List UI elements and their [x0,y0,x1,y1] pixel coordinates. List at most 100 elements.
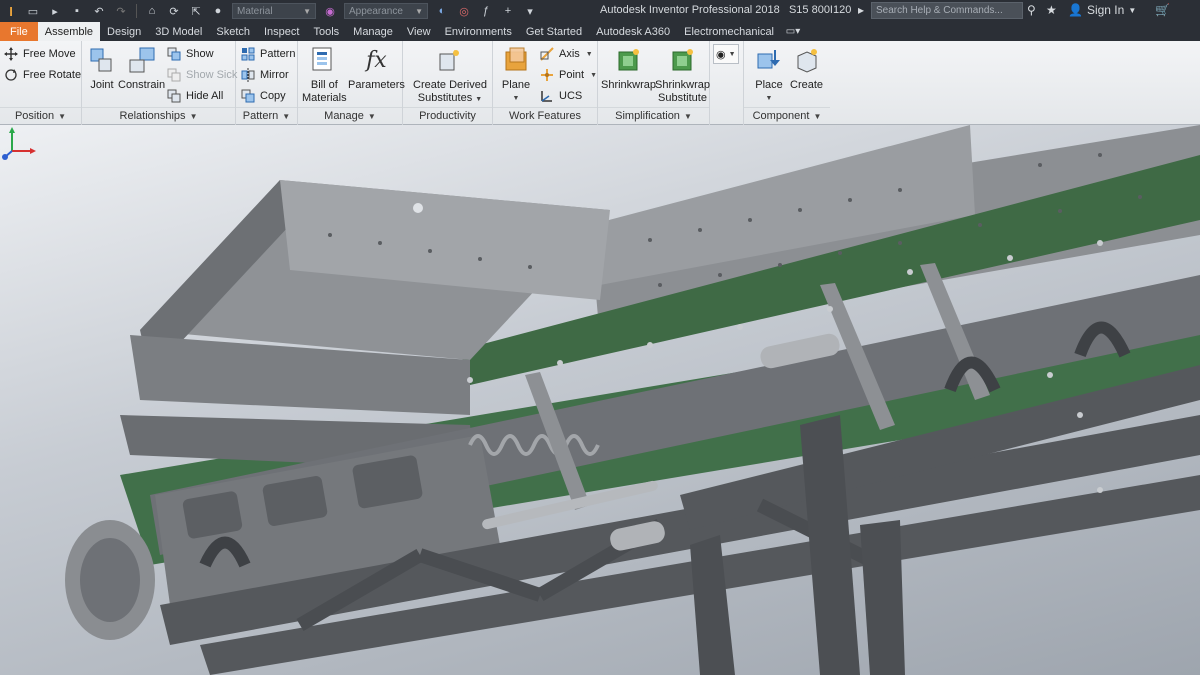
tab-electromechanical[interactable]: Electromechanical [677,22,781,41]
home-icon[interactable]: ⌂ [143,2,161,20]
material-combo-value: Material [237,5,273,17]
tab-autodesk-a360[interactable]: Autodesk A360 [589,22,677,41]
tab-view[interactable]: View [400,22,438,41]
tab-environments[interactable]: Environments [438,22,519,41]
tab-sketch[interactable]: Sketch [209,22,257,41]
show-label: Show [186,48,214,60]
ucs-button[interactable]: UCS [539,86,582,106]
tab-manage[interactable]: Manage [346,22,400,41]
fx-parameters-icon: fx [366,47,387,73]
parameters-button[interactable]: fx Parameters [348,45,405,92]
view-triad-icon[interactable] [0,125,40,161]
appearance-combo-value: Appearance [349,5,403,17]
save-icon[interactable]: ▪ [68,2,86,20]
hopper-hole [413,203,423,213]
place-label: Place [755,79,783,91]
place-button[interactable]: Place ▼ [754,45,784,105]
plane-dropdown-icon[interactable]: ▼ [513,92,520,105]
ucs-label: UCS [559,90,583,102]
panel-productivity: Create Derived Substitutes ▼ Productivit… [403,41,493,125]
point-button[interactable]: Point ▼ [539,65,597,85]
show-button[interactable]: Show [166,44,214,64]
free-move-button[interactable]: Free Move [3,44,76,64]
inventor-logo-icon[interactable]: I [0,0,22,22]
extra-dropdown-button[interactable]: ◉ ▼ [713,44,739,64]
graphics-viewport[interactable] [0,125,1200,675]
panel-title-simplification[interactable]: Simplification ▼ [598,107,709,123]
sign-in-button[interactable]: 👤 Sign In ▼ [1068,3,1136,17]
panel-title-productivity: Productivity [403,107,492,123]
fx-icon[interactable]: ƒ [477,2,495,20]
move-icon [3,46,19,62]
ucs-icon [539,88,555,104]
shrinkwrap-substitute-button[interactable]: Shrinkwrap Substitute [655,45,710,105]
appearance-combo[interactable]: Appearance ▼ [344,3,428,19]
tab-design[interactable]: Design [100,22,148,41]
redo-icon[interactable]: ↷ [112,2,130,20]
clear-appearance-icon[interactable]: ◐ [433,2,451,20]
tab-file[interactable]: File [0,22,38,41]
show-sick-button[interactable]: Show Sick [166,65,237,85]
copy-button[interactable]: Copy [240,86,286,106]
create-derived-substitutes-button[interactable]: Create Derived Substitutes ▼ [413,45,487,106]
point-icon [539,67,555,83]
pattern-button[interactable]: Pattern [240,44,295,64]
tab-overflow-icon[interactable]: ▭▾ [781,22,805,41]
show-icon [166,46,182,62]
shrinkwrap-substitute-label-line2: Substitute [658,92,707,104]
simplification-title: Simplification [615,110,680,122]
place-dropdown-icon[interactable]: ▼ [766,92,773,105]
tab-tools[interactable]: Tools [306,22,346,41]
star-icon[interactable]: ★ [1046,3,1057,17]
panel-title-relationships[interactable]: Relationships ▼ [82,107,235,123]
mirror-icon [240,67,256,83]
shrinkwrap-button[interactable]: Shrinkwrap [601,45,656,92]
appearance-color-icon[interactable]: ◉ [321,2,339,20]
panel-title-manage[interactable]: Manage ▼ [298,107,402,123]
tab-assemble[interactable]: Assemble [37,22,101,41]
panel-title-pattern[interactable]: Pattern ▼ [236,107,297,123]
panel-title-position[interactable]: Position ▼ [0,107,81,123]
constrain-button[interactable]: Constrain [118,45,165,92]
axis-button[interactable]: Axis ▼ [539,44,593,64]
joint-label: Joint [90,79,114,91]
new-icon[interactable]: ▭ [24,2,42,20]
hide-all-label: Hide All [186,90,224,102]
shrinkwrap-icon [614,45,644,75]
create-button[interactable]: Create [790,45,823,92]
create-icon [792,45,822,75]
pattern-label: Pattern [260,48,296,60]
material-combo[interactable]: Material ▼ [232,3,316,19]
undo-icon[interactable]: ↶ [90,2,108,20]
hide-all-button[interactable]: Hide All [166,86,223,106]
position-title: Position [14,110,55,122]
update-icon[interactable]: ⟳ [165,2,183,20]
adjust-icon[interactable]: ◎ [455,2,473,20]
copy-icon [240,88,256,104]
panel-extra: ◉ ▼ [710,41,744,125]
shrinkwrap-label: Shrinkwrap [601,79,657,91]
open-icon[interactable]: ▸ [46,2,64,20]
cart-icon[interactable]: 🛒 [1155,3,1170,17]
panel-title-component[interactable]: Component ▼ [744,107,830,123]
search-toggle-icon[interactable]: ▸ [858,3,864,17]
tab-inspect[interactable]: Inspect [257,22,306,41]
sign-in-label: Sign In [1086,3,1125,17]
plus-icon[interactable]: + [499,2,517,20]
manage-title: Manage [324,110,364,122]
mirror-button[interactable]: Mirror [240,65,289,85]
free-rotate-button[interactable]: Free Rotate [3,65,81,85]
search-icon[interactable]: ⚲ [1027,3,1036,17]
tab-get-started[interactable]: Get Started [519,22,589,41]
user-icon: 👤 [1068,3,1083,17]
productivity-title: Productivity [419,110,476,122]
customize-icon[interactable]: ▾ [521,2,539,20]
help-search-input[interactable]: Search Help & Commands... [871,2,1023,19]
plane-button[interactable]: Plane ▼ [501,45,531,105]
joint-button[interactable]: Joint [87,45,117,92]
show-sick-label: Show Sick [186,69,238,81]
tab-3d-model[interactable]: 3D Model [148,22,209,41]
sphere-icon[interactable]: ● [209,2,227,20]
bill-of-materials-button[interactable]: Bill of Materials [302,45,347,105]
select-icon[interactable]: ⇱ [187,2,205,20]
